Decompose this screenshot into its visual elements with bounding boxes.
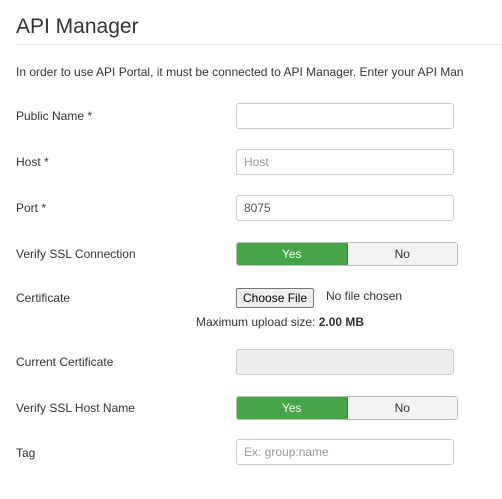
choose-file-button[interactable]: Choose File (236, 288, 315, 308)
page-title: API Manager (16, 15, 139, 38)
public-name-label: Public Name * (16, 109, 93, 123)
verify-ssl-connection-toggle: Yes No (236, 242, 458, 266)
verify-ssl-host-name-label: Verify SSL Host Name (16, 401, 135, 415)
verify-ssl-connection-label: Verify SSL Connection (16, 247, 136, 261)
verify-ssl-host-name-no-button[interactable]: No (347, 397, 457, 419)
verify-ssl-connection-yes-button[interactable]: Yes (237, 243, 348, 265)
host-input[interactable] (236, 149, 454, 175)
file-status-text: No file chosen (326, 289, 403, 303)
certificate-label: Certificate (16, 291, 71, 305)
tag-input[interactable] (236, 439, 454, 465)
verify-ssl-host-name-yes-button[interactable]: Yes (237, 397, 348, 419)
verify-ssl-connection-no-button[interactable]: No (347, 243, 457, 265)
title-divider (16, 44, 502, 45)
tag-label: Tag (16, 446, 36, 460)
current-certificate-field (236, 349, 454, 375)
upload-size-prefix: Maximum upload size: (196, 315, 316, 329)
public-name-input[interactable] (236, 103, 454, 129)
port-label: Port * (16, 201, 47, 215)
max-upload-size-note: Maximum upload size: 2.00 MB (196, 315, 364, 329)
intro-text: In order to use API Portal, it must be c… (16, 65, 464, 79)
current-certificate-label: Current Certificate (16, 355, 114, 369)
host-label: Host * (16, 155, 49, 169)
port-input[interactable] (236, 195, 454, 221)
verify-ssl-host-name-toggle: Yes No (236, 396, 458, 420)
upload-size-value: 2.00 MB (318, 315, 365, 329)
